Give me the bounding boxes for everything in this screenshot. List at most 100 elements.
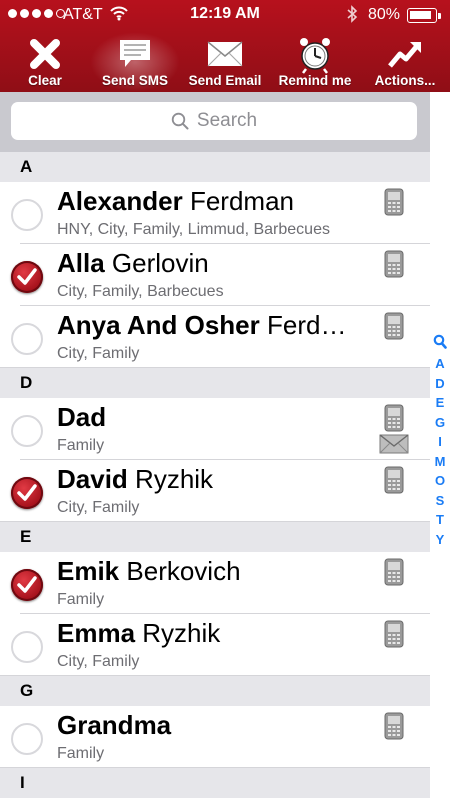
section-header-e: E (0, 522, 430, 552)
index-letter-m[interactable]: M (435, 452, 446, 472)
send-email-label: Send Email (188, 73, 262, 88)
index-letter-d[interactable]: D (435, 374, 444, 394)
send-email-button[interactable]: Send Email (180, 32, 270, 92)
checked-checkbox[interactable] (11, 477, 43, 509)
contact-name: Grandma (57, 710, 382, 741)
contact-first-name: Alexander (57, 186, 183, 216)
contact-row[interactable]: Emik Berkovich Family (0, 552, 430, 614)
unchecked-checkbox[interactable] (11, 415, 43, 447)
clear-button[interactable]: Clear (0, 32, 90, 92)
sms-bubble-icon (120, 40, 150, 67)
remind-me-button[interactable]: Remind me (270, 32, 360, 92)
row-divider (0, 675, 430, 676)
contact-groups: City, Family (57, 653, 140, 670)
app-header: AT&T 12:19 AM 80% Clear Send SMS Send Em… (0, 0, 450, 92)
status-bar: AT&T 12:19 AM 80% (0, 0, 450, 32)
contact-groups: Family (57, 745, 105, 762)
contact-last-name: Ferd… (266, 310, 347, 340)
unchecked-checkbox[interactable] (11, 323, 43, 355)
index-letter-g[interactable]: G (435, 413, 445, 433)
trend-arrow-icon (388, 42, 421, 68)
contact-last-name: Ryzhik (135, 464, 214, 494)
index-letter-a[interactable]: A (435, 354, 444, 374)
send-sms-button[interactable]: Send SMS (90, 32, 180, 92)
section-header-i: I (0, 768, 430, 798)
unchecked-checkbox[interactable] (11, 631, 43, 663)
contact-groups: HNY, City, Family, Limmud, Barbecues (57, 221, 330, 238)
mobile-phone-icon (384, 404, 404, 437)
contact-name: David Ryzhik (57, 464, 382, 495)
clear-label: Clear (28, 73, 62, 88)
checkmark-icon (17, 576, 37, 593)
checked-checkbox[interactable] (11, 569, 43, 601)
index-letter-t[interactable]: T (436, 510, 444, 530)
contact-list: A Alexander Ferdman HNY, City, Family, Lim… (0, 152, 430, 798)
mobile-phone-icon (384, 558, 404, 591)
contact-first-name: Emik (57, 556, 120, 586)
index-letter-i[interactable]: I (438, 432, 442, 452)
close-x-icon (30, 39, 60, 69)
bluetooth-icon (346, 5, 358, 28)
contact-first-name: Anya And Osher (57, 310, 260, 340)
contact-row[interactable]: Grandma Family (0, 706, 430, 768)
unchecked-checkbox[interactable] (11, 723, 43, 755)
unchecked-checkbox[interactable] (11, 199, 43, 231)
alarm-clock-icon (300, 38, 330, 74)
contact-name: Dad (57, 402, 382, 433)
contact-first-name: Alla (57, 248, 105, 278)
contact-row[interactable]: Emma Ryzhik City, Family (0, 614, 430, 676)
send-sms-label: Send SMS (101, 73, 168, 88)
contact-name: Alexander Ferdman (57, 186, 382, 217)
mobile-phone-icon (384, 466, 404, 499)
contact-first-name: Grandma (57, 710, 172, 740)
mobile-phone-icon (384, 188, 404, 221)
contact-name: Anya And Osher Ferd… (57, 310, 382, 341)
actions-button[interactable]: Actions... (360, 32, 450, 92)
contact-groups: City, Family (57, 345, 140, 362)
index-search-icon[interactable] (433, 334, 447, 354)
contact-row[interactable]: Dad Family (0, 398, 430, 460)
actions-label: Actions... (374, 73, 436, 88)
section-index-bar[interactable]: ADEGIMOSTY (430, 334, 450, 549)
checked-checkbox[interactable] (11, 261, 43, 293)
contact-last-name: Gerlovin (111, 248, 209, 278)
contact-last-name: Ferdman (189, 186, 295, 216)
contact-last-name: Ryzhik (142, 618, 221, 648)
contact-row[interactable]: Alla Gerlovin City, Family, Barbecues (0, 244, 430, 306)
contact-first-name: David (57, 464, 128, 494)
index-letter-e[interactable]: E (436, 393, 445, 413)
section-header-d: D (0, 368, 430, 398)
battery-icon (407, 8, 441, 23)
checkmark-icon (17, 484, 37, 501)
index-letter-o[interactable]: O (435, 471, 445, 491)
checkmark-icon (17, 268, 37, 285)
row-divider (0, 367, 430, 368)
contact-row[interactable]: Anya And Osher Ferd… City, Family (0, 306, 430, 368)
email-envelope-icon (379, 434, 409, 459)
contact-groups: Family (57, 437, 105, 454)
contact-groups: City, Family, Barbecues (57, 283, 224, 300)
search-input[interactable]: Search (11, 102, 417, 140)
section-header-a: A (0, 152, 430, 182)
contact-row[interactable]: Alexander Ferdman HNY, City, Family, Limm… (0, 182, 430, 244)
mobile-phone-icon (384, 712, 404, 745)
search-placeholder: Search (196, 110, 258, 131)
index-letter-s[interactable]: S (436, 491, 445, 511)
index-letter-y[interactable]: Y (436, 530, 445, 550)
search-icon (171, 112, 189, 130)
contact-name: Emik Berkovich (57, 556, 382, 587)
remind-me-label: Remind me (278, 73, 352, 88)
mobile-phone-icon (384, 250, 404, 283)
battery-percent: 80% (368, 6, 401, 23)
contact-first-name: Emma (57, 618, 136, 648)
mobile-phone-icon (384, 312, 404, 345)
row-divider (0, 767, 430, 768)
contact-groups: Family (57, 591, 105, 608)
envelope-icon (207, 41, 243, 67)
contact-row[interactable]: David Ryzhik City, Family (0, 460, 430, 522)
contact-name: Emma Ryzhik (57, 618, 382, 649)
mobile-phone-icon (384, 620, 404, 653)
search-bar: Search (0, 92, 430, 152)
section-header-g: G (0, 676, 430, 706)
contact-name: Alla Gerlovin (57, 248, 382, 279)
